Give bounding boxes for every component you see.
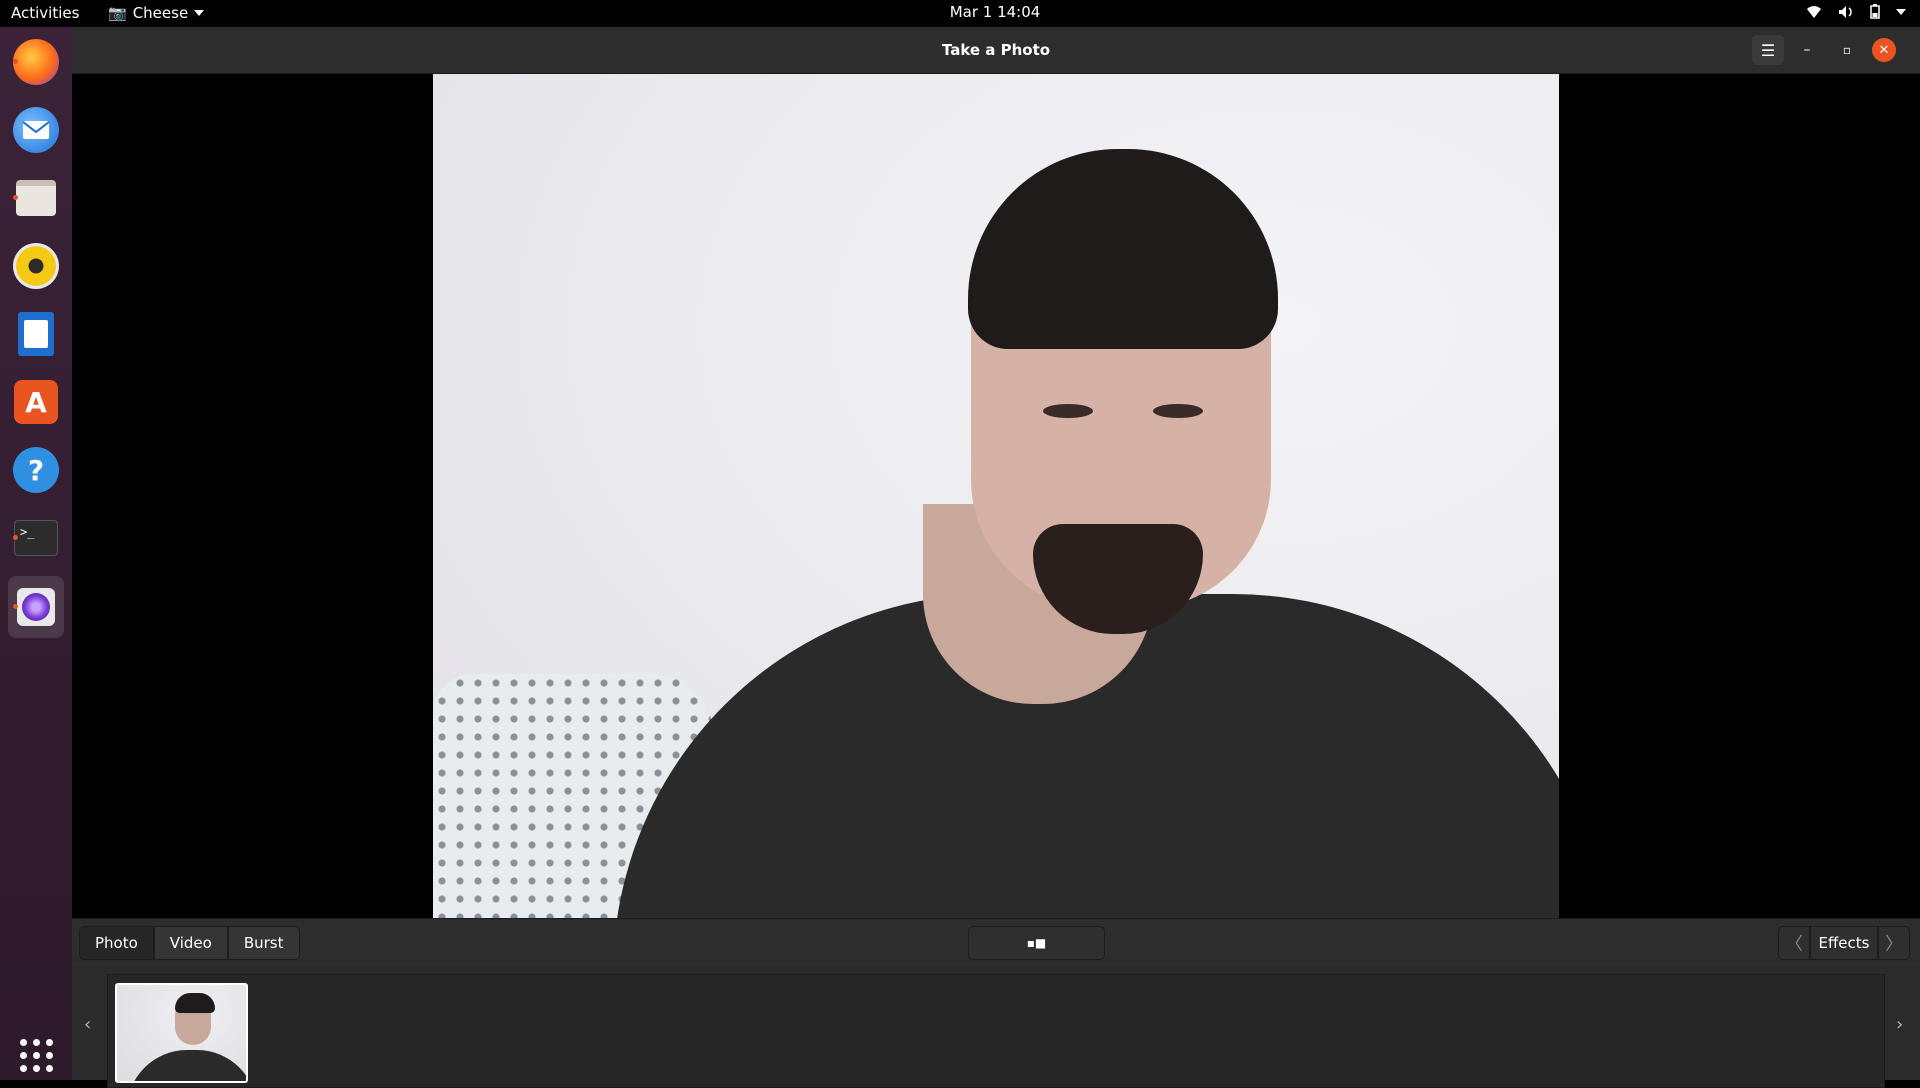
mode-photo-button[interactable]: Photo bbox=[79, 926, 154, 960]
system-menu-icon bbox=[1896, 8, 1906, 15]
minimize-button[interactable]: – bbox=[1792, 35, 1822, 65]
chevron-down-icon bbox=[194, 10, 205, 16]
thumb-scroll-right-icon[interactable]: › bbox=[1896, 1014, 1903, 1035]
header-bar: Take a Photo ☰ – ▫ ✕ bbox=[72, 27, 1920, 74]
wifi-icon bbox=[1807, 5, 1821, 18]
minimize-icon: – bbox=[1803, 42, 1811, 58]
dock-item-writer[interactable] bbox=[8, 306, 64, 362]
dock-item-rhythmbox[interactable] bbox=[8, 238, 64, 294]
camera-viewer bbox=[72, 74, 1920, 918]
software-icon: A bbox=[14, 380, 58, 424]
window-title: Take a Photo bbox=[941, 41, 1051, 59]
terminal-icon: >_ bbox=[14, 520, 58, 556]
rhythmbox-icon bbox=[13, 243, 59, 289]
thunderbird-icon bbox=[13, 107, 59, 153]
app-menu-label: Cheese bbox=[132, 4, 189, 22]
person-eye-right bbox=[1153, 404, 1203, 418]
maximize-button[interactable]: ▫ bbox=[1832, 35, 1862, 65]
battery-icon bbox=[1870, 4, 1880, 19]
close-button[interactable]: ✕ bbox=[1872, 38, 1896, 62]
camera-icon: 📷 bbox=[108, 4, 127, 22]
files-icon bbox=[16, 180, 56, 216]
menu-button[interactable]: ☰ bbox=[1752, 35, 1784, 65]
thumbnail-bar: ‹ › bbox=[72, 966, 1920, 1088]
close-icon: ✕ bbox=[1878, 42, 1890, 58]
activities-button[interactable]: Activities bbox=[11, 4, 79, 22]
running-indicator bbox=[13, 195, 18, 200]
system-tray[interactable] bbox=[1806, 4, 1906, 19]
firefox-icon bbox=[13, 39, 59, 85]
take-photo-button[interactable]: ▪■ bbox=[968, 926, 1105, 960]
dock-item-terminal[interactable]: >_ bbox=[8, 510, 64, 566]
dock-item-thunderbird[interactable] bbox=[8, 102, 64, 158]
camera-preview bbox=[433, 74, 1559, 918]
thumbnail-list[interactable] bbox=[107, 974, 1885, 1088]
thumb-scroll-left-icon[interactable]: ‹ bbox=[84, 1014, 91, 1035]
person-hair bbox=[968, 149, 1278, 349]
cheese-window: Take a Photo ☰ – ▫ ✕ Photo Video Burst ▪… bbox=[72, 27, 1920, 1088]
chevron-right-icon: 〉 bbox=[1885, 934, 1903, 955]
running-indicator bbox=[13, 604, 18, 609]
running-indicator bbox=[13, 535, 18, 540]
effects-button[interactable]: Effects bbox=[1810, 926, 1878, 960]
maximize-icon: ▫ bbox=[1842, 43, 1852, 57]
effects-prev-button[interactable]: 〈 bbox=[1778, 926, 1810, 960]
apps-grid-icon bbox=[19, 1038, 53, 1072]
dock-item-software[interactable]: A bbox=[8, 374, 64, 430]
mode-video-button[interactable]: Video bbox=[153, 926, 228, 960]
writer-icon bbox=[18, 312, 54, 356]
dock-item-help[interactable]: ? bbox=[8, 442, 64, 498]
camera-shutter-icon: ▪■ bbox=[1026, 936, 1047, 950]
dock-item-firefox[interactable] bbox=[8, 34, 64, 90]
chevron-left-icon: 〈 bbox=[1785, 934, 1803, 955]
thumb-shirt bbox=[127, 1050, 246, 1081]
show-apps-button[interactable] bbox=[8, 1027, 64, 1083]
mode-burst-button[interactable]: Burst bbox=[227, 926, 300, 960]
thumb-hair bbox=[175, 993, 215, 1013]
dock: A ? >_ bbox=[0, 27, 72, 1080]
cheese-icon bbox=[17, 588, 55, 626]
person-eye-left bbox=[1043, 404, 1093, 418]
app-menu[interactable]: 📷 Cheese bbox=[108, 4, 205, 22]
photo-thumbnail[interactable] bbox=[115, 983, 248, 1083]
mode-switcher: Photo Video Burst bbox=[79, 926, 300, 960]
effects-group: 〈 Effects 〉 bbox=[1778, 926, 1910, 960]
help-icon: ? bbox=[13, 447, 59, 493]
dock-item-cheese[interactable] bbox=[8, 576, 64, 638]
effects-next-button[interactable]: 〉 bbox=[1878, 926, 1910, 960]
hamburger-icon: ☰ bbox=[1760, 40, 1776, 60]
capture-controls: Photo Video Burst ▪■ 〈 Effects 〉 bbox=[72, 918, 1920, 966]
volume-icon bbox=[1839, 5, 1852, 18]
clock-area: Mar 1 14:04 bbox=[0, 3, 1920, 21]
clock[interactable]: Mar 1 14:04 bbox=[950, 3, 1041, 21]
top-bar: Activities 📷 Cheese Mar 1 14:04 bbox=[0, 0, 1920, 27]
dock-item-files[interactable] bbox=[8, 170, 64, 226]
running-indicator bbox=[13, 59, 18, 64]
